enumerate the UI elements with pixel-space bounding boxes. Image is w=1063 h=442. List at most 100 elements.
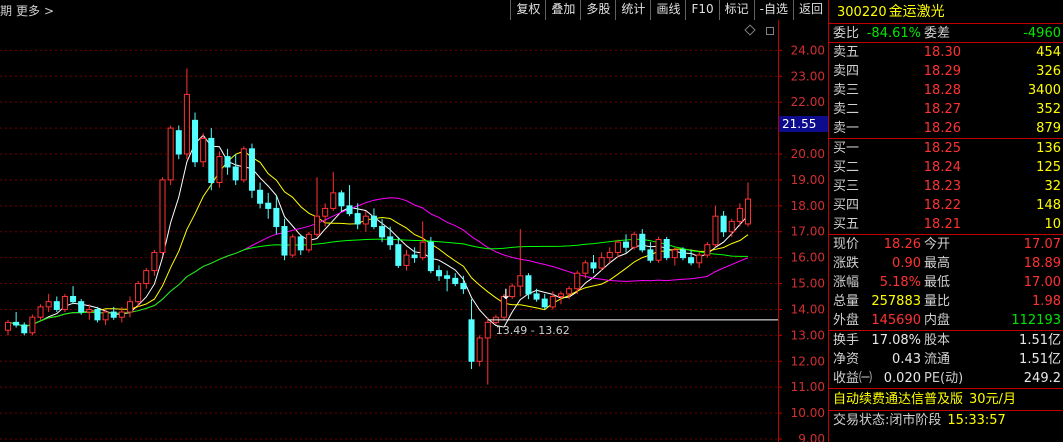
candle-up [704, 244, 711, 256]
level-label: 卖二 [833, 102, 860, 117]
stat-label: 最低 [924, 275, 951, 290]
stat-label: 外盘 [833, 313, 860, 328]
stat-label: 最高 [924, 256, 951, 271]
candle-up [102, 311, 109, 321]
candle-down [21, 324, 28, 334]
period-label[interactable]: 期 [0, 4, 12, 18]
level-volume: 136 [1036, 141, 1061, 156]
fundamental-value: 1.51亿 [1019, 352, 1061, 367]
bid-levels: 买一 18.25 136 买二 18.24 125 买三 18.23 32 买四 18.22 148 买… [829, 139, 1063, 235]
stat-row: 涨幅 5.18% 最低 17.00 [829, 273, 1063, 292]
period-menu[interactable]: 期更多 > [0, 2, 58, 19]
square-icon[interactable] [766, 27, 774, 35]
draw-line-button[interactable]: 画线 [650, 0, 685, 20]
stat-value: 0.90 [892, 256, 921, 271]
y-tick-label: 20.00 [791, 147, 825, 161]
candle-up [86, 308, 93, 313]
y-tick-label: 10.00 [791, 406, 825, 420]
fundamental-label: 净资 [833, 352, 860, 367]
remove-watchlist-button[interactable]: -自选 [753, 0, 793, 20]
level-price: 18.28 [923, 83, 961, 98]
candle-down [379, 226, 386, 238]
candle-up [517, 275, 524, 287]
stat-value: 1.98 [1032, 294, 1061, 309]
ask-row: 卖五 18.30 454 [829, 43, 1063, 62]
multi-stock-button[interactable]: 多股 [580, 0, 615, 20]
fundamental-row: 净资 0.43 流通 1.51亿 [829, 350, 1063, 369]
y-tick-label: 19.00 [791, 173, 825, 187]
y-tick-label: 16.00 [791, 251, 825, 265]
level-price: 18.21 [923, 217, 961, 232]
stat-value: 112193 [1011, 313, 1061, 328]
candle-up [736, 207, 743, 222]
more-menu[interactable]: 更多 [16, 4, 40, 18]
f10-button[interactable]: F10 [685, 0, 718, 20]
candle-up [37, 306, 44, 318]
stat-label: 总量 [833, 294, 860, 309]
candle-up [631, 233, 638, 248]
level-label: 买二 [833, 160, 860, 175]
kline-chart[interactable]: 13.49 - 13.62 ↓ [0, 20, 778, 442]
trading-status: 交易状态:闭市阶段 15:33:57 [829, 411, 1063, 431]
bid-row: 买五 18.21 10 [829, 215, 1063, 234]
candle-up [696, 254, 703, 264]
level-volume: 10 [1044, 217, 1061, 232]
candle-up [403, 254, 410, 266]
mark-button[interactable]: 标记 [718, 0, 754, 20]
candle-up [484, 321, 491, 339]
candle-up [744, 198, 752, 225]
candle-down [297, 236, 304, 251]
candle-up [582, 262, 589, 274]
candle-up [322, 207, 329, 217]
candle-down [192, 119, 199, 163]
y-tick-label: 24.00 [791, 43, 825, 57]
fundamental-label: 股本 [924, 333, 951, 348]
candle-down [70, 296, 77, 303]
candle-down [13, 321, 20, 326]
candle-up [216, 156, 223, 184]
overlay-button[interactable]: 叠加 [545, 0, 580, 20]
stat-label: 今开 [924, 237, 951, 252]
bid-row: 买四 18.22 148 [829, 196, 1063, 215]
candle-up [151, 251, 158, 272]
back-button[interactable]: 返回 [792, 0, 828, 20]
stat-value: 145690 [871, 313, 921, 328]
candle-down [688, 257, 695, 264]
candle-down [395, 244, 402, 266]
level-volume: 454 [1036, 45, 1061, 60]
level-price: 18.22 [923, 198, 961, 213]
candle-up [614, 241, 621, 253]
restore-rights-button[interactable]: 复权 [510, 0, 545, 20]
level-volume: 125 [1036, 160, 1061, 175]
statistics-button[interactable]: 统计 [615, 0, 650, 20]
subscription-promo[interactable]: 自动续费通达信普及版 30元/月 [829, 389, 1063, 411]
candle-up [135, 283, 142, 303]
level-label: 买五 [833, 217, 860, 232]
fundamental-label: 换手 [833, 333, 860, 348]
stock-name: 金运激光 [888, 4, 945, 20]
price-stats: 现价 18.26 今开 17.07 涨跌 0.90 最高 18.89 涨幅 5.18% 最低 17.0… [829, 235, 1063, 331]
level-volume: 352 [1036, 102, 1061, 117]
level-volume: 32 [1044, 179, 1061, 194]
chart-toolbar: 期更多 > 复权 叠加 多股 统计 画线 F10 标记 -自选 返回 [0, 0, 828, 20]
candle-up [476, 337, 483, 362]
stat-row: 现价 18.26 今开 17.07 [829, 235, 1063, 254]
weicha-value: -4960 [1023, 26, 1061, 41]
price-axis: 24.0023.0022.0021.0020.0019.0018.0017.00… [778, 20, 825, 442]
fundamental-stats: 换手 17.08% 股本 1.51亿 净资 0.43 流通 1.51亿 收益㈠ 0.020 PE(动… [829, 331, 1063, 389]
candle-up [61, 296, 68, 310]
status-time: 15:33:57 [947, 413, 1006, 428]
candle-up [305, 233, 312, 251]
level-label: 买三 [833, 179, 860, 194]
bid-row: 买二 18.24 125 [829, 158, 1063, 177]
candle-down [525, 275, 532, 295]
stock-header: 300220 金运激光 [829, 0, 1063, 24]
level-label: 买四 [833, 198, 860, 213]
candle-down [248, 148, 255, 191]
promo-price: 30元/月 [969, 392, 1016, 407]
candle-down [427, 241, 434, 272]
chevron-right-icon[interactable]: > [44, 4, 54, 18]
candle-up [362, 215, 369, 225]
candle-up [712, 215, 719, 246]
ask-row: 卖一 18.26 879 [829, 119, 1063, 138]
